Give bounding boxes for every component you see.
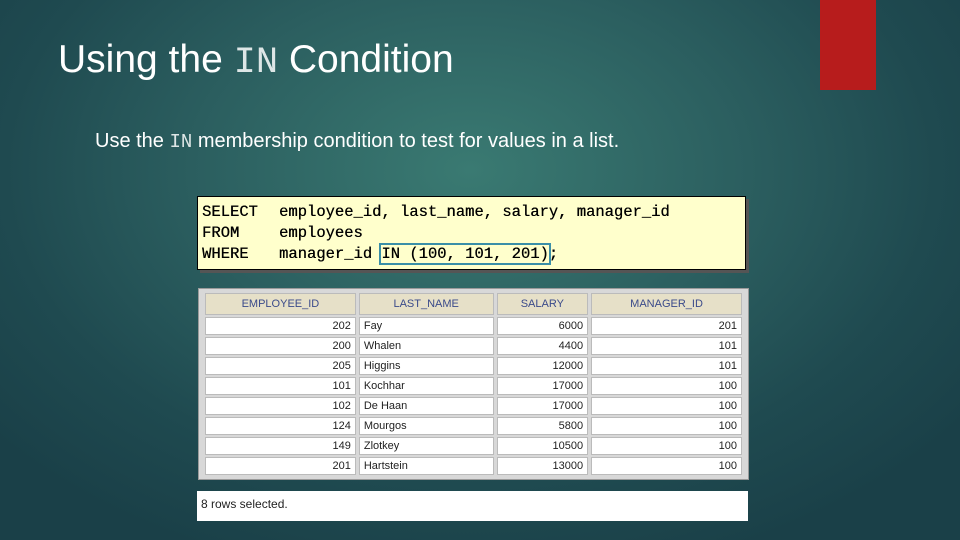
rows-selected-note: 8 rows selected.: [197, 491, 748, 521]
cell-manager-id: 101: [591, 357, 742, 375]
sql-line-from: FROM employees: [202, 224, 363, 242]
table-row: 124 Mourgos 5800 100: [205, 417, 742, 435]
cell-last-name: Fay: [358, 317, 494, 335]
slide-subtitle: Use the IN membership condition to test …: [95, 130, 620, 153]
result-table: EMPLOYEE_ID LAST_NAME SALARY MANAGER_ID …: [198, 288, 749, 480]
cell-manager-id: 201: [591, 317, 742, 335]
cell-employee-id: 101: [205, 377, 356, 395]
cell-salary: 12000: [496, 357, 589, 375]
cell-salary: 5800: [496, 417, 589, 435]
cell-last-name: Zlotkey: [358, 437, 494, 455]
cell-last-name: Mourgos: [358, 417, 494, 435]
cell-last-name: Hartstein: [358, 457, 494, 475]
header-manager-id: MANAGER_ID: [591, 293, 742, 315]
cell-last-name: De Haan: [358, 397, 494, 415]
cell-last-name: Whalen: [358, 337, 494, 355]
table-row: 202 Fay 6000 201: [205, 317, 742, 335]
cell-salary: 10500: [496, 437, 589, 455]
table-row: 102 De Haan 17000 100: [205, 397, 742, 415]
header-last-name: LAST_NAME: [358, 293, 494, 315]
cell-employee-id: 202: [205, 317, 356, 335]
table-row: 205 Higgins 12000 101: [205, 357, 742, 375]
cell-salary: 17000: [496, 397, 589, 415]
slide-title: Using the IN Condition: [58, 38, 454, 84]
in-condition-highlight: IN (100, 101, 201): [379, 243, 551, 265]
table-header-row: EMPLOYEE_ID LAST_NAME SALARY MANAGER_ID: [205, 293, 742, 315]
cell-employee-id: 201: [205, 457, 356, 475]
cell-last-name: Kochhar: [358, 377, 494, 395]
table-row: 101 Kochhar 17000 100: [205, 377, 742, 395]
cell-manager-id: 100: [591, 457, 742, 475]
cell-employee-id: 149: [205, 437, 356, 455]
cell-employee-id: 205: [205, 357, 356, 375]
cell-employee-id: 124: [205, 417, 356, 435]
sql-code-box: SELECT employee_id, last_name, salary, ma…: [197, 196, 746, 270]
cell-manager-id: 101: [591, 337, 742, 355]
cell-salary: 13000: [496, 457, 589, 475]
cell-manager-id: 100: [591, 437, 742, 455]
table-row: 149 Zlotkey 10500 100: [205, 437, 742, 455]
cell-manager-id: 100: [591, 417, 742, 435]
header-salary: SALARY: [496, 293, 589, 315]
header-employee-id: EMPLOYEE_ID: [205, 293, 356, 315]
cell-manager-id: 100: [591, 377, 742, 395]
sql-line-select: SELECT employee_id, last_name, salary, ma…: [202, 203, 670, 221]
table-row: 200 Whalen 4400 101: [205, 337, 742, 355]
table-row: 201 Hartstein 13000 100: [205, 457, 742, 475]
cell-employee-id: 200: [205, 337, 356, 355]
cell-salary: 6000: [496, 317, 589, 335]
sql-line-where: WHERE manager_id IN (100, 101, 201);: [202, 243, 559, 265]
cell-employee-id: 102: [205, 397, 356, 415]
accent-bar: [820, 0, 876, 90]
cell-last-name: Higgins: [358, 357, 494, 375]
cell-manager-id: 100: [591, 397, 742, 415]
cell-salary: 4400: [496, 337, 589, 355]
cell-salary: 17000: [496, 377, 589, 395]
